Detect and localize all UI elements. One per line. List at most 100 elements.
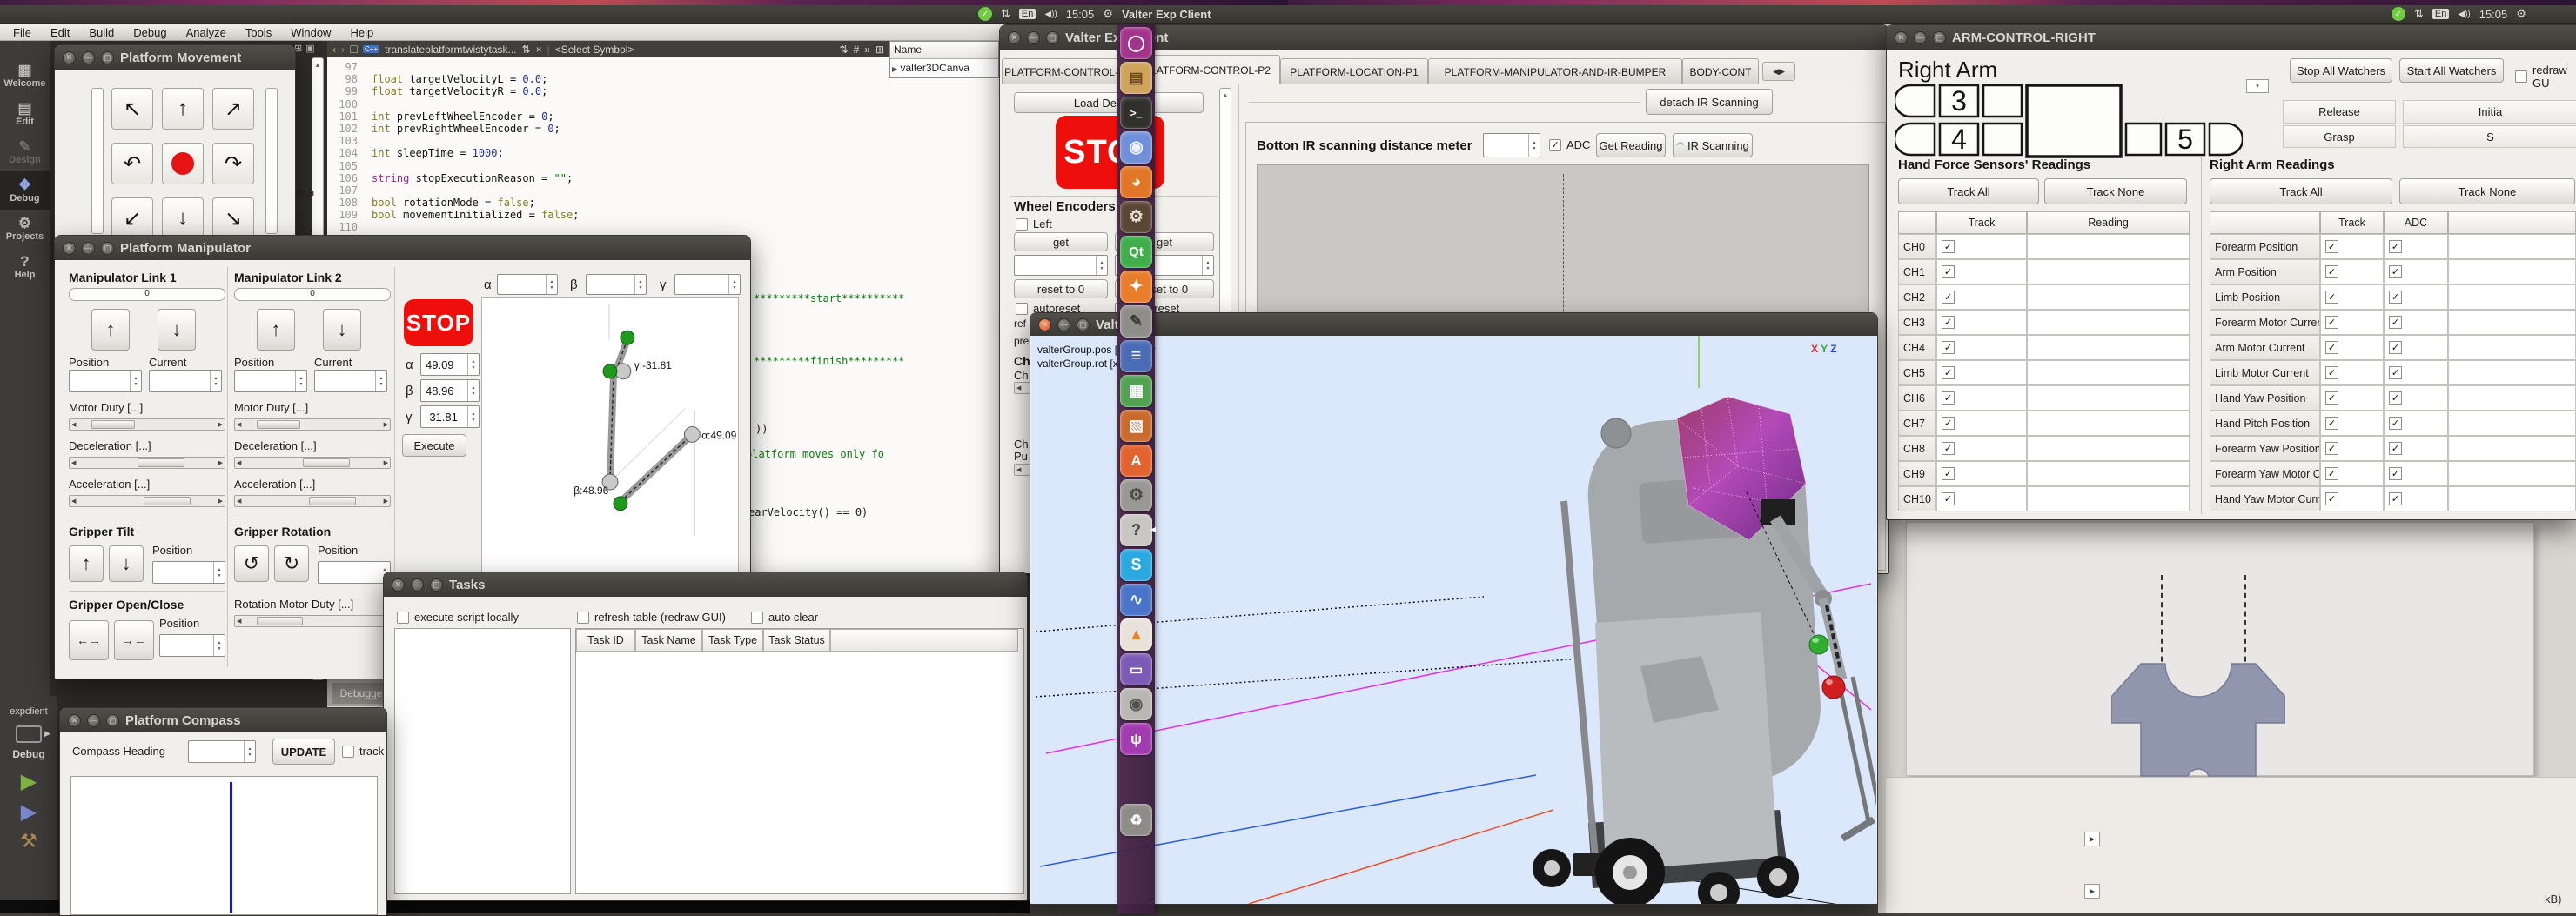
mode-help[interactable]: ?Help (0, 248, 50, 286)
manipulator-stop-button[interactable]: STOP (404, 299, 473, 346)
alpha-value[interactable]: 49.09 (420, 353, 480, 376)
run-button[interactable]: ▶ (0, 769, 57, 794)
minimize-icon[interactable]: — (411, 578, 424, 592)
ar-adc-checkbox[interactable]: ✓ (2389, 366, 2402, 379)
motor-duty-slider[interactable] (234, 418, 391, 431)
ar-track-checkbox[interactable]: ✓ (2325, 391, 2338, 405)
deceleration-slider[interactable] (234, 457, 391, 469)
close-icon[interactable]: ✕ (392, 578, 405, 592)
keyboard-indicator[interactable]: En (1019, 9, 1036, 19)
close-icon[interactable]: ✕ (1008, 31, 1021, 44)
hf-track-checkbox[interactable]: ✓ (1942, 366, 1955, 379)
redraw-gui-checkbox[interactable]: redraw GU (2515, 64, 2576, 90)
launcher-usb-drive[interactable]: ψ (1120, 723, 1152, 755)
get-reading-button[interactable]: Get Reading (1596, 133, 1666, 157)
launcher-gimp[interactable]: ✎ (1120, 305, 1152, 338)
hand-force-track-none-button[interactable]: Track None (2044, 178, 2187, 204)
minimize-icon[interactable]: — (1027, 31, 1040, 44)
movement-down-right-button[interactable]: ↘ (212, 197, 254, 239)
tab-platform-manipulator-and-ir-bumper[interactable]: PLATFORM-MANIPULATOR-AND-IR-BUMPER (1428, 58, 1682, 84)
minimize-icon[interactable]: — (87, 714, 100, 727)
document-tab[interactable]: translateplatformtwistytask... (385, 43, 516, 56)
network-icon[interactable]: ⇅ (2414, 7, 2424, 21)
launcher-blender[interactable]: ✦ (1120, 271, 1152, 303)
ir-meter-value[interactable] (1483, 133, 1540, 157)
launcher-vlc[interactable]: ▲ (1120, 618, 1152, 651)
gripper-close-button[interactable]: →← (114, 620, 154, 660)
hf-col-track[interactable]: Track (1936, 211, 2027, 234)
gamma-value[interactable]: -31.81 (420, 405, 480, 428)
valter3d-titlebar[interactable]: ✕—▢ Valter 3D (1030, 313, 1877, 336)
motor-duty-slider[interactable] (69, 418, 225, 431)
mode-edit[interactable]: ▤Edit (0, 95, 50, 133)
tab-close-icon[interactable]: × (536, 43, 542, 56)
load-defaults-button[interactable]: Load Defaults (1014, 92, 1204, 113)
minimize-icon[interactable]: — (82, 51, 95, 64)
initial-position-button[interactable]: Initia (2403, 100, 2576, 124)
hf-track-checkbox[interactable]: ✓ (1942, 442, 1955, 455)
link-position-value[interactable] (234, 370, 307, 392)
detach-ir-scanning-button[interactable]: detach IR Scanning (1646, 89, 1773, 115)
hf-track-checkbox[interactable]: ✓ (1942, 467, 1955, 480)
hf-track-checkbox[interactable]: ✓ (1942, 240, 1955, 253)
right-speed-slider[interactable] (265, 88, 278, 234)
ar-track-checkbox[interactable]: ✓ (2325, 265, 2338, 278)
overflow-icon[interactable]: » (864, 43, 870, 56)
adc-checkbox[interactable]: ✓ADC (1549, 138, 1590, 151)
launcher-libreoffice-calc[interactable]: ▦ (1120, 375, 1152, 407)
menu-file[interactable]: File (3, 24, 41, 41)
launcher-disks[interactable]: ◉ (1120, 688, 1152, 720)
arm-readings-track-none-button[interactable]: Track None (2399, 178, 2575, 204)
script-editor-area[interactable] (394, 628, 571, 894)
maximize-icon[interactable]: ▢ (1046, 31, 1059, 44)
compass-canvas[interactable] (70, 776, 378, 915)
mini-stepper-fragment[interactable]: ▾ (2246, 79, 2269, 93)
movement-down-left-button[interactable]: ↙ (111, 197, 153, 239)
tab-platform-control-p2[interactable]: PLATFORM-CONTROL-P2 (1134, 55, 1280, 84)
link-up-button[interactable]: ↑ (257, 309, 295, 351)
ar-adc-checkbox[interactable]: ✓ (2389, 265, 2402, 278)
get-left-encoder-button[interactable]: get (1014, 232, 1108, 251)
hash-icon[interactable]: # (854, 43, 860, 56)
close-icon[interactable]: ✕ (68, 714, 81, 727)
volume-icon[interactable]: ◀)) (2458, 10, 2470, 19)
launcher-eclipse-javaee[interactable]: ⚙ (1120, 201, 1152, 233)
tab-platform-control-p1[interactable]: PLATFORM-CONTROL-P1 (1002, 58, 1134, 84)
close-split-icon[interactable]: ▣ (305, 43, 314, 54)
ar-track-checkbox[interactable]: ✓ (2325, 316, 2338, 329)
stepper-fragment[interactable]: ▶ (2084, 832, 2100, 846)
gripper-rotate-cw-button[interactable]: ↻ (274, 545, 309, 582)
split-icons[interactable]: ⊞▣ (294, 43, 315, 54)
launcher-qtcreator[interactable]: Qt (1120, 236, 1152, 268)
launcher-system-settings[interactable]: ⚙ (1120, 479, 1152, 511)
update-button[interactable]: UPDATE (272, 739, 335, 765)
maximize-icon[interactable]: ▢ (1077, 318, 1090, 331)
keyboard-indicator[interactable]: En (2432, 9, 2449, 19)
gripper-open-button[interactable]: ←→ (69, 620, 109, 660)
tasks-col-empty[interactable] (830, 629, 1018, 652)
gripper-open-close-position[interactable] (159, 634, 225, 657)
movement-rotate-cw-button[interactable]: ↷ (212, 143, 254, 184)
ar-track-checkbox[interactable]: ✓ (2325, 291, 2338, 304)
ar-track-checkbox[interactable]: ✓ (2325, 341, 2338, 354)
build-config[interactable]: Debug (0, 748, 57, 760)
locals-item[interactable]: ▶ valter3DCanva (890, 59, 998, 77)
compass-titlebar[interactable]: ✕—▢ Platform Compass (60, 708, 386, 732)
stepper-fragment[interactable]: ▶ (2084, 884, 2100, 899)
ar-track-checkbox[interactable]: ✓ (2325, 492, 2338, 505)
mode-projects[interactable]: ⚙Projects (0, 210, 50, 248)
ar-adc-checkbox[interactable]: ✓ (2389, 391, 2402, 405)
hf-track-checkbox[interactable]: ✓ (1942, 291, 1955, 304)
locals-header[interactable]: Name (890, 42, 998, 59)
movement-rotate-ccw-button[interactable]: ↶ (111, 143, 153, 184)
execute-button[interactable]: Execute (402, 434, 466, 457)
close-icon[interactable]: ✕ (63, 51, 76, 64)
skype-status-icon[interactable]: ✓ (2392, 7, 2405, 21)
maximize-icon[interactable]: ▢ (101, 242, 114, 255)
hand-force-track-all-button[interactable]: Track All (1898, 178, 2039, 204)
gripper-tilt-position[interactable] (152, 561, 225, 584)
hf-track-checkbox[interactable]: ✓ (1942, 265, 1955, 278)
clock[interactable]: 15:05 (2479, 8, 2508, 21)
movement-titlebar[interactable]: ✕—▢ Platform Movement (55, 45, 295, 70)
auto-clear-checkbox[interactable]: auto clear (751, 611, 818, 624)
